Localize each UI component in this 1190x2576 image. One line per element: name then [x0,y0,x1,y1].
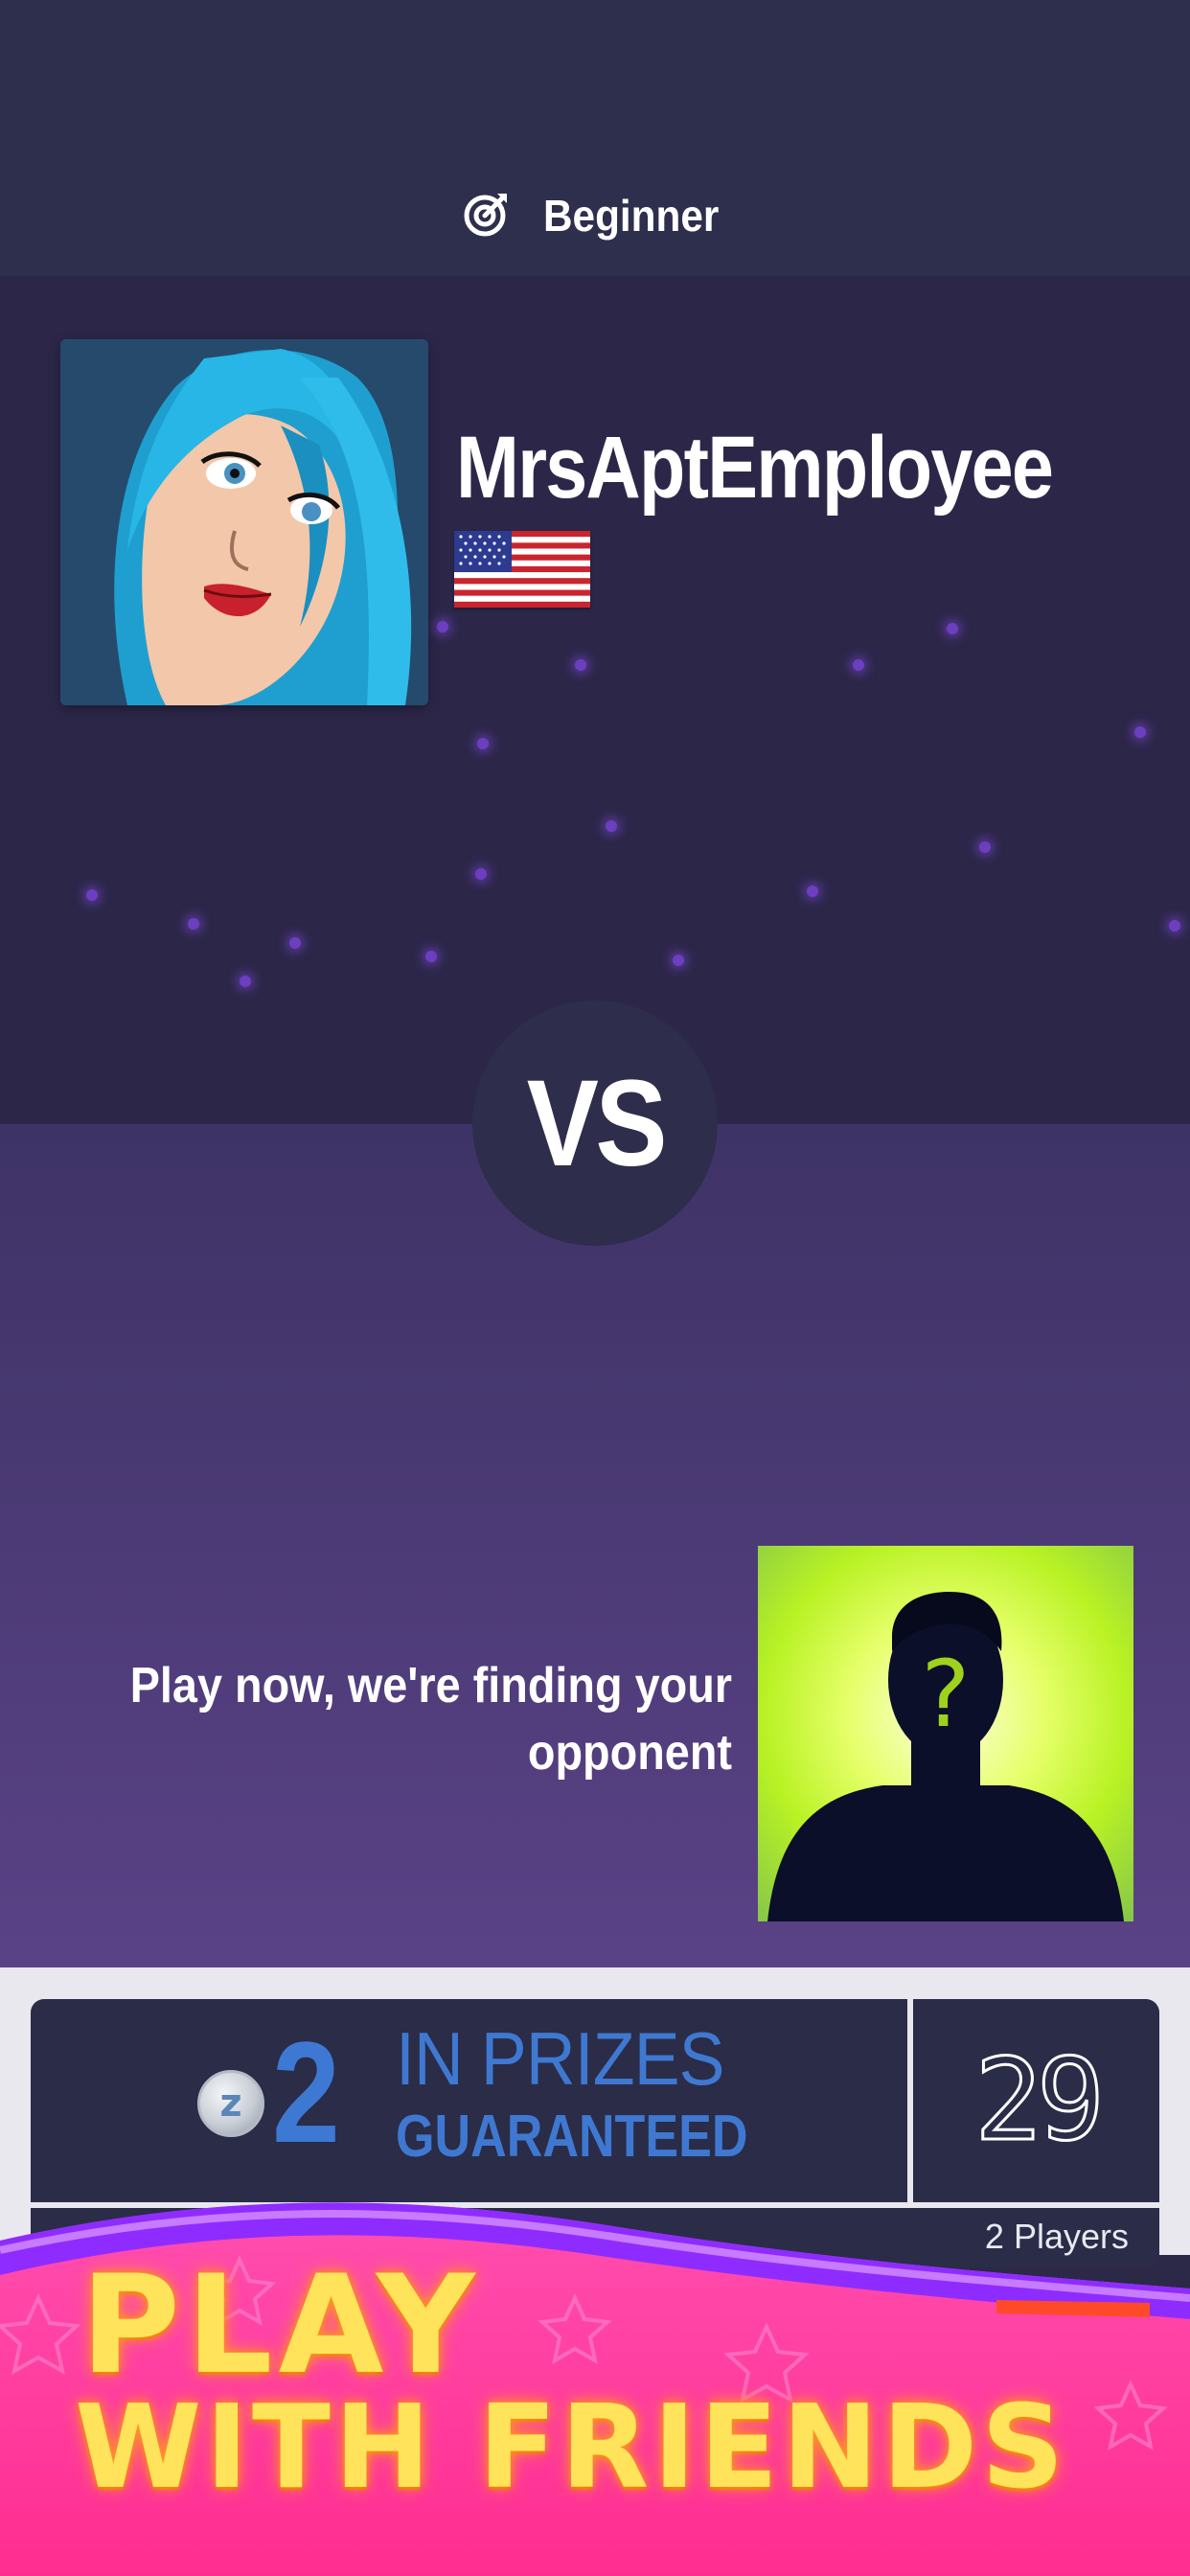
question-mark-icon: ? [922,1641,971,1748]
banner-line-play: PLAY [80,2246,481,2404]
banner-line-with-friends: WITH FRIENDS [75,2381,1068,2515]
player-name: MrsAptEmployee [456,419,1054,517]
us-flag-icon [454,531,590,608]
vs-badge: VS [472,1000,718,1246]
level-label: Beginner [543,191,720,241]
prize-label-guaranteed: GUARANTEED [396,2104,748,2170]
timer-value: 29 [974,2053,1099,2149]
unknown-opponent-avatar: ? [758,1546,1133,1921]
level-indicator: Beginner [0,182,1190,249]
countdown-timer: 29 [913,1999,1159,2202]
coin-letter: z [219,2082,242,2126]
player-avatar [60,339,428,705]
prize-amount: 2 [272,2012,340,2173]
prize-label-in-prizes: IN PRIZES [396,2016,725,2101]
finding-opponent-text: Play now, we're finding your opponent [129,1658,733,1781]
target-icon [463,190,511,242]
vs-label: VS [526,1054,667,1192]
z-coin-icon: z [197,2070,264,2137]
